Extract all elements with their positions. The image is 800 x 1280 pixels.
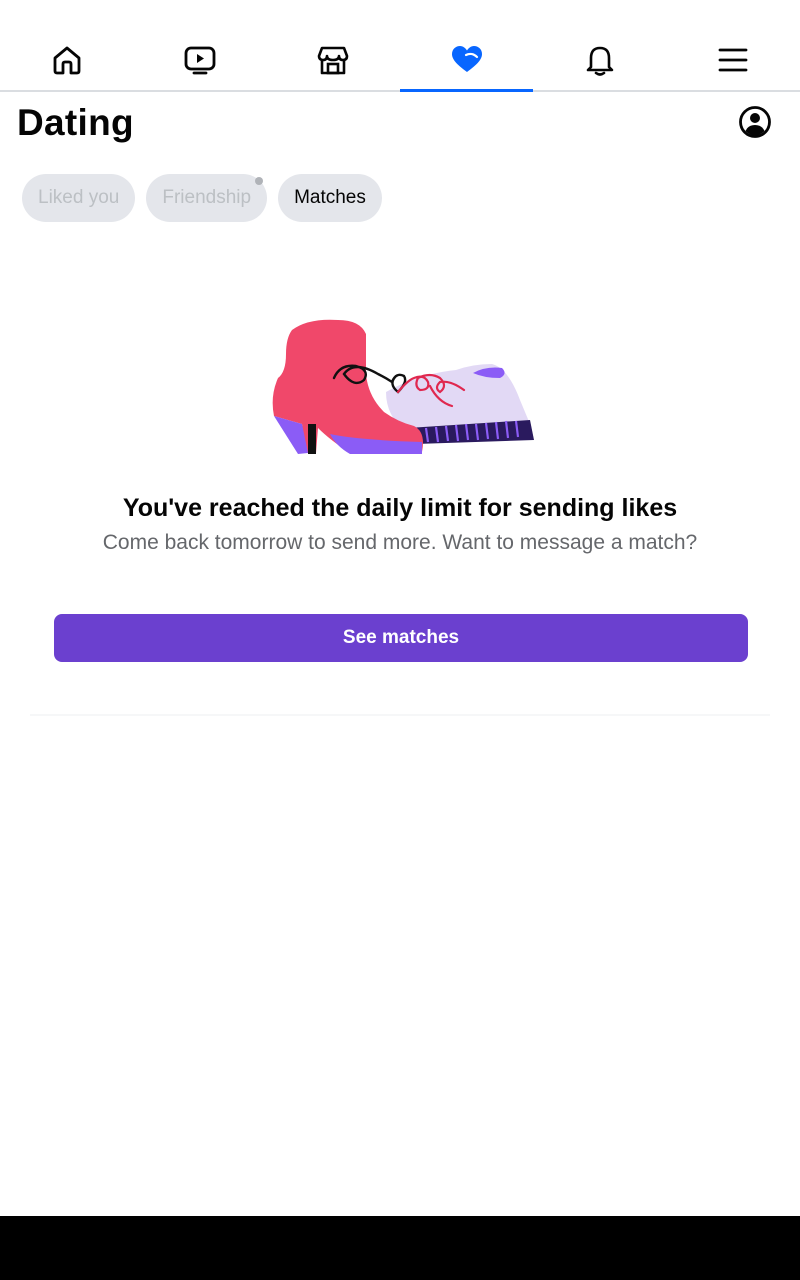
tab-video[interactable] [133, 30, 266, 90]
tab-notifications[interactable] [533, 30, 666, 90]
home-icon [53, 46, 81, 75]
limit-title: You've reached the daily limit for sendi… [122, 494, 678, 522]
chip-label: Liked you [38, 187, 120, 208]
profile-icon [739, 106, 771, 138]
page-title: Dating [17, 102, 134, 143]
bell-icon [586, 46, 614, 76]
dating-header: Dating [0, 100, 800, 150]
see-matches-button[interactable]: See matches [54, 614, 748, 662]
status-area [0, 0, 800, 30]
divider [30, 714, 770, 716]
tab-marketplace[interactable] [267, 30, 400, 90]
tab-menu[interactable] [667, 30, 800, 90]
tab-dating[interactable] [399, 30, 534, 92]
top-navigation [0, 30, 800, 92]
chip-label: Matches [294, 187, 366, 208]
system-navigation-bar [0, 1216, 800, 1280]
notification-dot [255, 177, 264, 185]
profile-button[interactable] [738, 105, 772, 139]
chip-label: Friendship [162, 187, 252, 208]
filter-chips: Liked you Friendship Matches [22, 174, 382, 222]
heart-icon [451, 46, 482, 72]
chip-liked-you[interactable]: Liked you [22, 174, 136, 222]
limit-subtitle: Come back tomorrow to send more. Want to… [102, 531, 698, 554]
boot-and-sneaker-illustration [272, 319, 534, 454]
chip-friendship[interactable]: Friendship [146, 174, 268, 222]
menu-icon [718, 48, 748, 72]
marketplace-icon [318, 46, 349, 75]
tab-home[interactable] [0, 30, 133, 90]
chip-matches[interactable]: Matches [278, 174, 382, 222]
video-icon [184, 46, 216, 75]
